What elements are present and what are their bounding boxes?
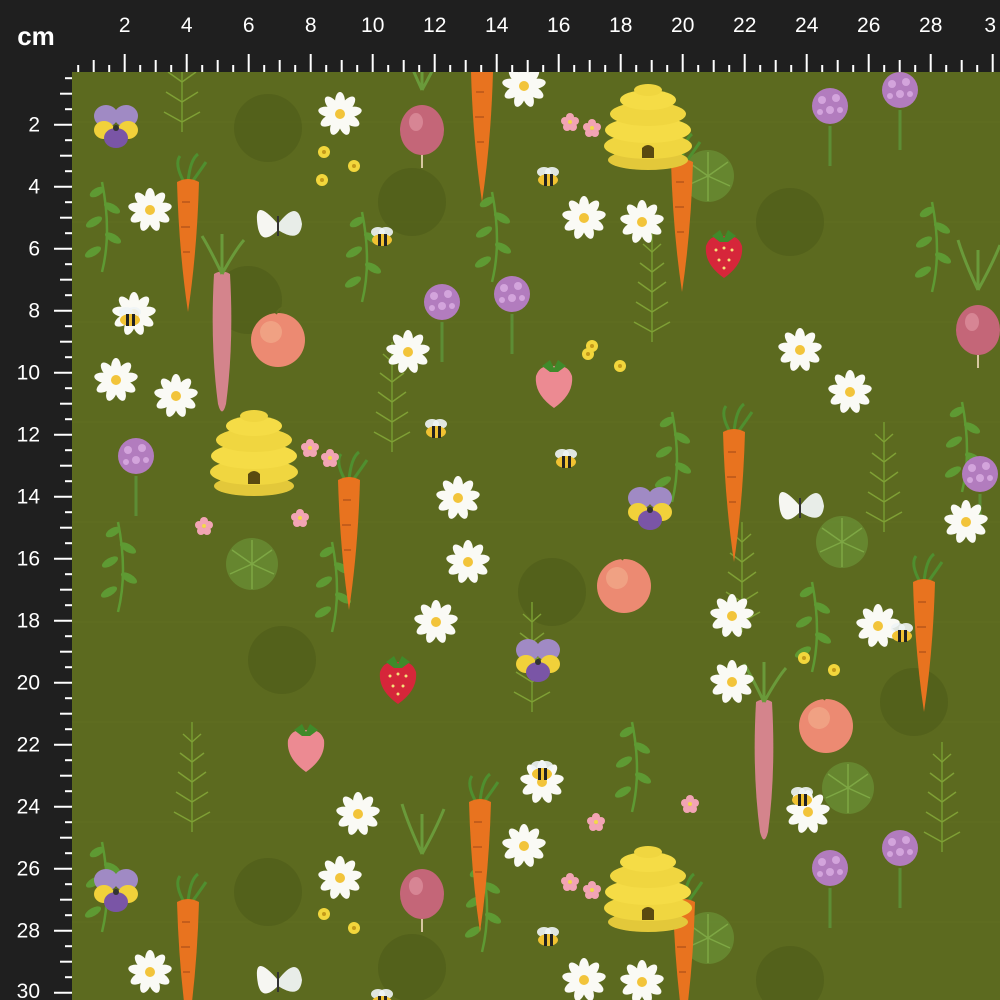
- ruler-left-label: 4: [28, 176, 40, 199]
- ruler-corner: cm: [0, 0, 72, 72]
- ruler-left-label: 24: [17, 796, 41, 819]
- ruler-left-label: 6: [28, 238, 40, 261]
- ruler-unit-label: cm: [17, 20, 55, 51]
- ruler-left-label: 14: [17, 486, 41, 509]
- ruler-top-label: 2: [119, 14, 131, 37]
- garden-print: [72, 72, 1000, 1000]
- ruler-top: 2 4 6 8 10 12 14 16 18 20 22 24 26 28 3: [72, 0, 1000, 72]
- ruler-left-label: 22: [17, 734, 40, 757]
- ruler-left-label: 18: [17, 610, 40, 633]
- ruler-left-label: 28: [17, 920, 40, 943]
- ruler-top-label: 14: [485, 14, 509, 37]
- ruler-top-label: 6: [243, 14, 255, 37]
- ruler-top-label: 26: [857, 14, 880, 37]
- ruler-top-label: 8: [305, 14, 317, 37]
- ruler-top-label: 18: [609, 14, 632, 37]
- ruler-top-label: 22: [733, 14, 756, 37]
- ruler-left: 2 4 6 8 10 12 14 16 18 20 22 24 26 28 30: [0, 72, 72, 1000]
- ruler-top-label: 4: [181, 14, 193, 37]
- ruler-top-ticks: 2 4 6 8 10 12 14 16 18 20 22 24 26 28 3: [77, 14, 996, 72]
- ruler-top-label: 24: [795, 14, 819, 37]
- ruler-left-label: 8: [28, 300, 40, 323]
- ruler-top-label: 20: [671, 14, 694, 37]
- ruler-top-label: 16: [547, 14, 570, 37]
- ruler-top-label: 12: [423, 14, 446, 37]
- ruler-left-label: 20: [17, 672, 40, 695]
- fabric-pattern: [72, 72, 1000, 1000]
- ruler-top-label: 10: [361, 14, 384, 37]
- ruler-top-label: 3: [984, 14, 996, 37]
- ruler-left-label: 12: [17, 424, 40, 447]
- ruler-left-ticks: 24681012141618202224262830: [17, 77, 72, 1000]
- ruler-left-label: 30: [17, 980, 40, 1000]
- ruler-left-label: 26: [17, 858, 40, 881]
- ruler-top-label: 28: [919, 14, 942, 37]
- ruler-left-label: 16: [17, 548, 40, 571]
- ruler-left-label: 2: [28, 114, 40, 137]
- fabric-swatch-viewer: cm 2 4 6 8 10 12 14 16 18 20 22 24 26 28 3 2 4 6 8 10 12 14 1…: [0, 0, 1000, 1000]
- ruler-left-label: 10: [17, 362, 40, 385]
